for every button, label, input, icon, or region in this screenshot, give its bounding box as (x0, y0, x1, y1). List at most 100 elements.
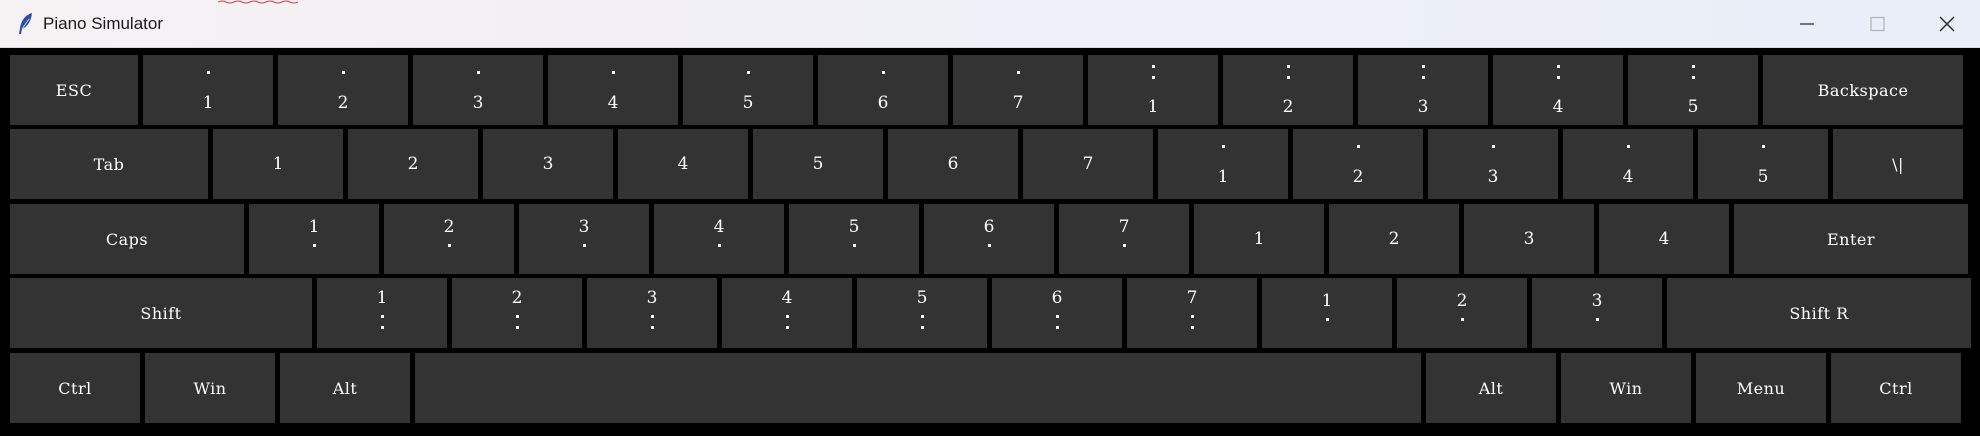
minimize-icon (1800, 23, 1814, 25)
key-label: Alt (1478, 378, 1504, 398)
note-key-4-high[interactable]: 4 (548, 55, 678, 125)
octave-dot (1190, 326, 1194, 329)
note-key-1-mid[interactable]: 1 (213, 129, 343, 199)
note-key-7-low2[interactable]: 7 (1127, 278, 1257, 348)
note-key-1-low[interactable]: 1 (249, 204, 379, 274)
octave-dots (1428, 141, 1558, 152)
note-key-6-low[interactable]: 6 (924, 204, 1054, 274)
octave-dots (587, 311, 717, 333)
note-key-4-low[interactable]: 4 (654, 204, 784, 274)
octave-dots (249, 240, 379, 251)
note-key-3-mid[interactable]: 3 (483, 129, 613, 199)
title-bar[interactable]: Piano Simulator (0, 0, 1980, 48)
octave-dot (1460, 318, 1464, 321)
note-key-1-high[interactable]: 1 (1158, 129, 1288, 199)
note-key-4-high[interactable]: 4 (1563, 129, 1693, 199)
note-key-2-mid[interactable]: 2 (1329, 204, 1459, 274)
note-key-6-low2[interactable]: 6 (992, 278, 1122, 348)
shift-r-key[interactable]: Shift R (1667, 278, 1971, 348)
ctrl-key[interactable]: Ctrl (1831, 353, 1961, 423)
note-key-1-high[interactable]: 1 (143, 55, 273, 125)
note-key-2-high2[interactable]: 2 (1223, 55, 1353, 125)
alt-key[interactable]: Alt (1426, 353, 1556, 423)
octave-dot (1556, 76, 1560, 79)
note-key-5-mid[interactable]: 5 (753, 129, 883, 199)
octave-dot (785, 326, 789, 329)
key-label: Win (193, 378, 227, 398)
note-key-5-high[interactable]: 5 (683, 55, 813, 125)
minimize-button[interactable] (1772, 0, 1842, 47)
note-number: 6 (877, 93, 889, 113)
note-number: 4 (781, 288, 793, 308)
octave-dot (1055, 326, 1059, 329)
backspace-key[interactable]: Backspace (1763, 55, 1963, 125)
note-key-1-mid[interactable]: 1 (1194, 204, 1324, 274)
note-key-4-low2[interactable]: 4 (722, 278, 852, 348)
note-key-1-low[interactable]: 1 (1262, 278, 1392, 348)
note-key-6-mid[interactable]: 6 (888, 129, 1018, 199)
note-number: 7 (1186, 288, 1198, 308)
menu-key[interactable]: Menu (1696, 353, 1826, 423)
note-key-1-low2[interactable]: 1 (317, 278, 447, 348)
note-key-4-mid[interactable]: 4 (1599, 204, 1729, 274)
note-number: 3 (578, 217, 590, 237)
octave-dot (611, 71, 615, 74)
note-key-2-high[interactable]: 2 (1293, 129, 1423, 199)
tab-key[interactable]: Tab (10, 129, 208, 199)
note-key-2-low[interactable]: 2 (384, 204, 514, 274)
maximize-button[interactable] (1842, 0, 1912, 47)
note-number: 6 (983, 217, 995, 237)
note-key-7-high[interactable]: 7 (953, 55, 1083, 125)
octave-dot (1761, 145, 1765, 148)
octave-dot (1595, 318, 1599, 321)
win-key[interactable]: Win (1561, 353, 1691, 423)
note-key-3-low2[interactable]: 3 (587, 278, 717, 348)
ctrl-key[interactable]: Ctrl (10, 353, 140, 423)
note-key-5-low2[interactable]: 5 (857, 278, 987, 348)
octave-dot (987, 244, 991, 247)
note-key-2-high[interactable]: 2 (278, 55, 408, 125)
octave-dot (1286, 76, 1290, 79)
octave-dots (519, 240, 649, 251)
shift-key[interactable]: Shift (10, 278, 312, 348)
octave-dots (1293, 141, 1423, 152)
note-key-4-high2[interactable]: 4 (1493, 55, 1623, 125)
note-number: 4 (1622, 167, 1634, 187)
note-key-1-high2[interactable]: 1 (1088, 55, 1218, 125)
note-key-4-mid[interactable]: 4 (618, 129, 748, 199)
caps-key[interactable]: Caps (10, 204, 244, 274)
note-key-3-mid[interactable]: 3 (1464, 204, 1594, 274)
octave-dots (924, 240, 1054, 251)
note-key-3-high2[interactable]: 3 (1358, 55, 1488, 125)
note-key-7-mid[interactable]: 7 (1023, 129, 1153, 199)
note-key-3-high[interactable]: 3 (413, 55, 543, 125)
enter-key[interactable]: Enter (1734, 204, 1968, 274)
key-label (415, 353, 1421, 423)
note-number: 3 (1523, 229, 1535, 249)
key-label: \| (1892, 154, 1904, 174)
note-key-5-high2[interactable]: 5 (1628, 55, 1758, 125)
alt-key[interactable]: Alt (280, 353, 410, 423)
octave-dot (380, 315, 384, 318)
spacebar-key[interactable] (415, 353, 1421, 423)
win-key[interactable]: Win (145, 353, 275, 423)
octave-dot (1691, 76, 1695, 79)
note-key-2-mid[interactable]: 2 (348, 129, 478, 199)
octave-dot (206, 71, 210, 74)
note-key-2-low2[interactable]: 2 (452, 278, 582, 348)
backslash-key[interactable]: \| (1833, 129, 1963, 199)
note-key-7-low[interactable]: 7 (1059, 204, 1189, 274)
note-key-6-high[interactable]: 6 (818, 55, 948, 125)
note-key-3-low[interactable]: 3 (1532, 278, 1662, 348)
key-label: Alt (332, 378, 358, 398)
note-key-5-high[interactable]: 5 (1698, 129, 1828, 199)
note-key-5-low[interactable]: 5 (789, 204, 919, 274)
octave-dots (818, 67, 948, 78)
note-key-3-high[interactable]: 3 (1428, 129, 1558, 199)
octave-dots (1262, 314, 1392, 325)
note-number: 1 (202, 93, 214, 113)
note-key-2-low[interactable]: 2 (1397, 278, 1527, 348)
esc-key[interactable]: ESC (10, 55, 138, 125)
close-button[interactable] (1912, 0, 1980, 47)
note-key-3-low[interactable]: 3 (519, 204, 649, 274)
